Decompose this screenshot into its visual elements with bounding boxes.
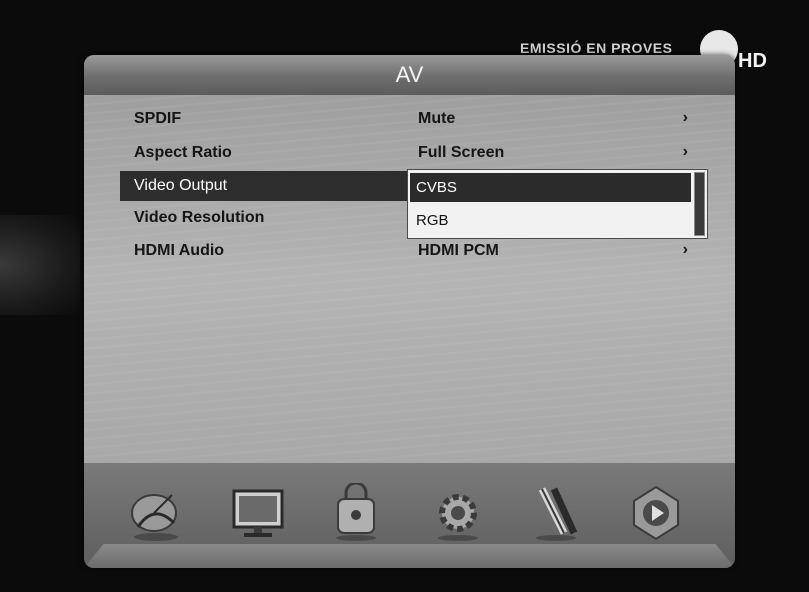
settings-gear-icon[interactable]: [426, 483, 490, 543]
av-settings-panel: AV SPDIF Mute › Aspect Ratio Full Screen…: [84, 55, 735, 568]
dropdown-option-rgb[interactable]: RGB: [410, 206, 691, 235]
setting-label: Video Output: [134, 177, 228, 194]
setting-label: Aspect Ratio: [134, 144, 232, 161]
menu-title: AV: [84, 55, 735, 95]
monitor-icon[interactable]: [226, 483, 290, 543]
chevron-right-icon: ›: [682, 241, 688, 258]
setting-row-hdmi-audio[interactable]: HDMI Audio HDMI PCM ›: [120, 236, 692, 266]
settings-list: SPDIF Mute › Aspect Ratio Full Screen › …: [84, 95, 735, 463]
menu-dock: [84, 463, 735, 568]
setting-row-spdif[interactable]: SPDIF Mute ›: [120, 104, 692, 134]
setting-row-aspect-ratio[interactable]: Aspect Ratio Full Screen ›: [120, 138, 692, 168]
setting-label: SPDIF: [134, 110, 182, 127]
video-output-dropdown[interactable]: CVBS RGB: [407, 169, 708, 239]
parental-lock-icon[interactable]: [324, 483, 388, 543]
setting-value: Mute: [418, 110, 456, 127]
setting-value: Full Screen: [418, 144, 505, 161]
dropdown-scrollbar[interactable]: [694, 172, 705, 236]
setting-label: Video Resolution: [134, 209, 265, 226]
chevron-right-icon: ›: [682, 109, 688, 126]
setting-value: HDMI PCM: [418, 242, 499, 259]
tv-bezel-edge: [0, 215, 80, 315]
chevron-right-icon: ›: [682, 143, 688, 160]
dock-shelf: [84, 544, 735, 568]
av-cables-icon[interactable]: [524, 483, 588, 543]
media-play-icon[interactable]: [624, 483, 688, 543]
dropdown-option-cvbs[interactable]: CVBS: [410, 173, 691, 202]
satellite-dish-icon[interactable]: [124, 483, 188, 543]
setting-label: HDMI Audio: [134, 242, 225, 259]
hd-badge: HD: [738, 50, 767, 72]
